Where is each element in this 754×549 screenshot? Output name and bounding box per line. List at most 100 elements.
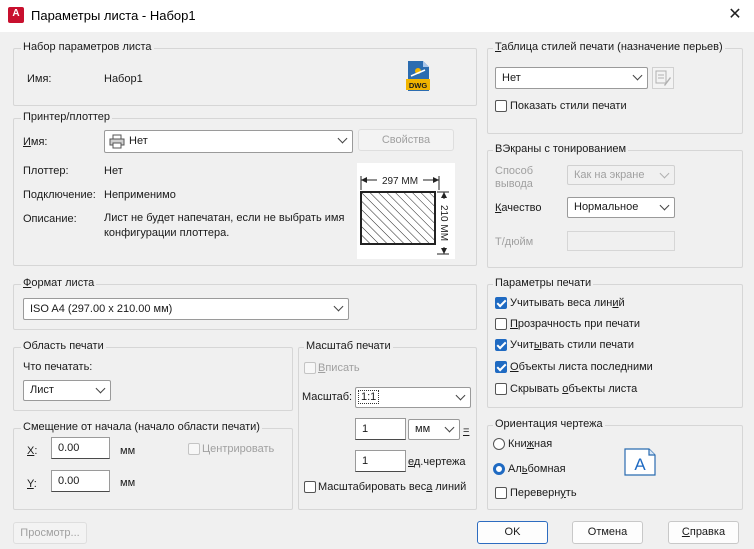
dwg-file-icon: DWG [405, 60, 431, 92]
chevron-down-icon [95, 383, 106, 394]
upside-down-checkbox[interactable] [495, 487, 507, 499]
plot-transparency-checkbox[interactable] [495, 318, 507, 330]
what-to-plot-value: Лист [30, 384, 54, 396]
shade-plot-label: Способ вывода [495, 165, 534, 190]
paper-units-input[interactable]: 1 [355, 418, 406, 440]
scale-value: 1:1 [358, 390, 380, 404]
chevron-down-icon [659, 168, 670, 179]
plot-scale-title: Масштаб печати [304, 340, 393, 352]
quality-value: Нормальное [574, 201, 639, 213]
scale-label: Масштаб: [302, 391, 353, 403]
orientation-icon-letter: A [634, 455, 646, 474]
equals-sign: = [463, 425, 470, 437]
page-setup-title: Набор параметров листа [21, 41, 154, 53]
offset-y-input[interactable]: 0.00 [51, 470, 110, 492]
connection-value: Неприменимо [104, 189, 176, 201]
paper-size-value: ISO A4 (297.00 x 210.00 мм) [30, 303, 173, 315]
chevron-down-icon [333, 301, 344, 312]
portrait-radio[interactable] [493, 438, 505, 450]
autocad-app-icon: A [8, 7, 24, 23]
shade-plot-value: Как на экране [574, 169, 645, 181]
dpi-input[interactable] [567, 231, 675, 251]
connection-label: Подключение: [23, 189, 96, 201]
landscape-radio[interactable] [493, 463, 505, 475]
preview-width-label: 297 ММ [382, 176, 418, 187]
plot-options-title: Параметры печати [493, 277, 594, 289]
offset-x-label: X: [27, 445, 38, 457]
paper-size-combo[interactable]: ISO A4 (297.00 x 210.00 мм) [23, 298, 349, 320]
printer-icon [109, 134, 125, 149]
drawing-units-label: ед.чертежа [408, 456, 466, 468]
pen-table-combo[interactable]: Нет [495, 67, 648, 89]
printer-name-combo[interactable]: Нет [104, 130, 353, 153]
chevron-down-icon [337, 133, 348, 144]
printer-title: Принтер/плоттер [21, 111, 113, 123]
paper-preview: 297 ММ 210 ММ [357, 163, 455, 259]
plot-with-styles-checkbox[interactable] [495, 339, 507, 351]
quality-combo[interactable]: Нормальное [567, 197, 675, 218]
scale-lineweights-checkbox[interactable] [304, 481, 316, 493]
plot-paperspace-last-label: Объекты листа последними [510, 361, 653, 373]
plot-lineweights-label: Учитывать веса линий [510, 297, 625, 309]
plot-transparency-label: Прозрачность при печати [510, 318, 641, 330]
pen-table-group [487, 48, 743, 134]
dpi-label: Т/дюйм [495, 236, 534, 248]
center-plot-checkbox[interactable] [188, 443, 200, 455]
upside-down-label: Перевернуть [510, 487, 577, 499]
scale-lineweights-label: Масштабировать веса линий [318, 481, 467, 493]
scale-combo[interactable]: 1:1 [355, 387, 471, 408]
description-label: Описание: [23, 213, 77, 225]
preview-height-label: 210 ММ [438, 205, 449, 241]
hide-paperspace-objects-label: Скрывать объекты листа [510, 383, 638, 395]
center-plot-label: Центрировать [202, 443, 275, 455]
offset-y-unit: мм [120, 477, 136, 489]
edit-pen-table-icon[interactable] [652, 67, 674, 89]
units-combo[interactable]: мм [408, 419, 460, 440]
show-plot-styles-label: Показать стили печати [510, 100, 627, 112]
ok-button[interactable]: OK [477, 521, 548, 544]
offset-y-label: Y: [27, 478, 37, 490]
plot-with-styles-label: Учитывать стили печати [510, 339, 635, 351]
offset-x-input[interactable]: 0.00 [51, 437, 110, 459]
page-setup-name-value: Набор1 [104, 73, 143, 85]
window-title: Параметры листа - Набор1 [31, 8, 196, 23]
what-to-plot-combo[interactable]: Лист [23, 380, 111, 401]
page-setup-name-label: Имя: [27, 73, 52, 85]
show-plot-styles-checkbox[interactable] [495, 100, 507, 112]
preview-button[interactable]: Просмотр... [13, 522, 87, 544]
shaded-viewport-title: ВЭкраны с тонированием [493, 143, 629, 155]
quality-label: Качество [495, 202, 542, 214]
hide-paperspace-objects-checkbox[interactable] [495, 383, 507, 395]
printer-name-label: Имя: [23, 136, 48, 148]
paper-size-title: Формат листа [21, 277, 97, 289]
properties-button[interactable]: Свойства [358, 129, 454, 151]
chevron-down-icon [444, 422, 455, 433]
cancel-button[interactable]: Отмена [572, 521, 643, 544]
plotter-label: Плоттер: [23, 165, 69, 177]
plot-area-title: Область печати [21, 340, 106, 352]
landscape-label: Альбомная [508, 463, 566, 475]
printer-name-value: Нет [129, 135, 148, 147]
fit-to-paper-label: Вписать [318, 362, 360, 374]
pen-table-value: Нет [502, 72, 521, 84]
description-value: Лист не будет напечатан, если не выбрать… [104, 212, 345, 239]
portrait-label: Книжная [508, 438, 553, 450]
chevron-down-icon [455, 390, 466, 401]
dwg-icon-label: DWG [409, 81, 427, 90]
landscape-orientation-icon: A [624, 448, 656, 476]
plot-paperspace-last-checkbox[interactable] [495, 361, 507, 373]
orientation-title: Ориентация чертежа [493, 418, 605, 430]
help-button[interactable]: Справка [668, 521, 739, 544]
units-value: мм [415, 423, 431, 435]
offset-x-unit: мм [120, 445, 136, 457]
pen-table-title: Таблица стилей печати (назначение перьев… [493, 41, 725, 53]
fit-to-paper-checkbox[interactable] [304, 362, 316, 374]
chevron-down-icon [632, 70, 643, 81]
drawing-units-input[interactable]: 1 [355, 450, 406, 472]
close-icon[interactable]: ✕ [722, 3, 748, 27]
shade-plot-combo[interactable]: Как на экране [567, 165, 675, 185]
plot-lineweights-checkbox[interactable] [495, 297, 507, 309]
plotter-value: Нет [104, 165, 123, 177]
what-to-plot-label: Что печатать: [23, 361, 93, 373]
plot-offset-title: Смещение от начала (начало области печат… [21, 421, 262, 433]
